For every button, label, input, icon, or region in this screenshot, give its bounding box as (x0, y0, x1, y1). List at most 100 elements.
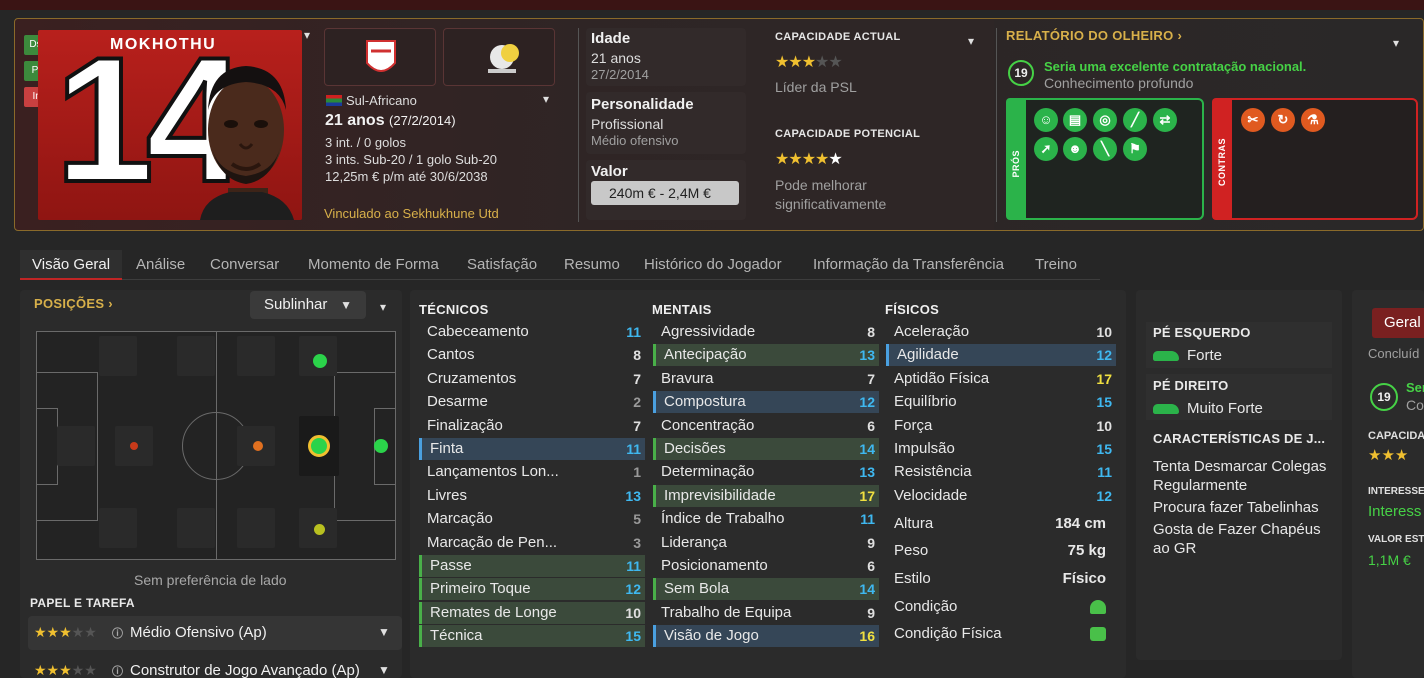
club-link[interactable]: Vinculado ao Sekhukhune Utd (324, 206, 499, 221)
position-mc-dot[interactable] (253, 441, 263, 451)
mental-attribute-row[interactable]: Sem Bola 14 (653, 578, 879, 601)
boot-icon[interactable]: ╱ (1123, 108, 1147, 132)
role-chevron-icon[interactable]: ▼ (378, 625, 390, 639)
mental-attribute-row[interactable]: Posicionamento 6 (653, 555, 879, 577)
attribute-value: 12 (1096, 347, 1112, 364)
flag-icon[interactable]: ⚑ (1123, 137, 1147, 161)
smile-icon[interactable]: ☻ (1063, 137, 1087, 161)
role-item-2[interactable]: ★★★★★ ⓘ Construtor de Jogo Avançado (Ap)… (28, 656, 402, 678)
trait-item[interactable]: Gosta de Fazer Chapéus ao GR (1153, 520, 1333, 558)
technical-attribute-row[interactable]: Técnica 15 (419, 625, 645, 648)
technical-attribute-row[interactable]: Desarme 2 (419, 391, 645, 413)
attribute-value: 12 (1096, 487, 1112, 504)
mental-attribute-row[interactable]: Decisões 14 (653, 438, 879, 460)
attribute-name: Bravura (661, 369, 714, 387)
physical-attribute-row[interactable]: Aptidão Física 17 (886, 368, 1116, 390)
flask-icon[interactable]: ⚗ (1301, 108, 1325, 132)
curve-icon[interactable]: ↻ (1271, 108, 1295, 132)
positions-menu-chevron-icon[interactable]: ▾ (380, 300, 386, 314)
competition-badge[interactable] (443, 28, 555, 86)
mental-attribute-row[interactable]: Trabalho de Equipa 9 (653, 602, 879, 624)
pass-icon[interactable]: ➚ (1034, 137, 1058, 161)
technical-attribute-row[interactable]: Remates de Longe 10 (419, 601, 645, 624)
mental-attribute-row[interactable]: Imprevisibilidade 17 (653, 484, 879, 507)
scout-report-link[interactable]: RELATÓRIO DO OLHEIRO › (1006, 28, 1182, 43)
photo-menu-chevron-icon[interactable]: ▾ (304, 28, 310, 42)
tab-momento-de-forma[interactable]: Momento de Forma (296, 250, 451, 280)
position-aml-dot[interactable] (313, 354, 327, 368)
nationality[interactable]: Sul-Africano (326, 93, 417, 108)
technical-attribute-row[interactable]: Cruzamentos 7 (419, 368, 645, 390)
technical-attribute-row[interactable]: Finta 11 (419, 438, 645, 460)
technical-attribute-row[interactable]: Cabeceamento 11 (419, 321, 645, 343)
mental-attribute-row[interactable]: Índice de Trabalho 11 (653, 508, 879, 530)
technical-attribute-row[interactable]: Marcação de Pen... 3 (419, 532, 645, 554)
target-icon[interactable]: ◎ (1093, 108, 1117, 132)
mental-attribute-row[interactable]: Concentração 6 (653, 415, 879, 437)
mental-attribute-row[interactable]: Visão de Jogo 16 (653, 625, 879, 648)
bandage-icon[interactable]: ╲ (1093, 137, 1117, 161)
age-dob: 27/2/2014 (591, 67, 649, 82)
heart-condition-icon[interactable] (1090, 600, 1106, 614)
physical-attribute-row[interactable]: Aceleração 10 (886, 321, 1116, 343)
position-amr-dot[interactable] (314, 524, 325, 535)
attribute-value: 11 (626, 558, 641, 574)
trait-item[interactable]: Procura fazer Tabelinhas (1153, 498, 1333, 517)
value-range[interactable]: 240m € - 2,4M € (591, 181, 739, 205)
tab-transferencia[interactable]: Informação da Transferência (801, 250, 1016, 280)
trait-item[interactable]: Tenta Desmarcar Colegas Regularmente (1153, 457, 1333, 495)
technical-attribute-row[interactable]: Passe 11 (419, 555, 645, 577)
physical-attribute-row[interactable]: Velocidade 12 (886, 485, 1116, 507)
info-icon[interactable]: ⓘ (112, 663, 123, 678)
tab-analise[interactable]: Análise (124, 250, 197, 280)
tab-resumo[interactable]: Resumo (552, 250, 632, 280)
physical-attribute-row[interactable]: Equilíbrio 15 (886, 391, 1116, 413)
tab-satisfacao[interactable]: Satisfação (455, 250, 549, 280)
physical-attribute-row[interactable]: Impulsão 15 (886, 438, 1116, 460)
contract-info: 12,25m € p/m até 30/6/2038 (325, 169, 488, 184)
physical-attribute-row[interactable]: Força 10 (886, 415, 1116, 437)
mental-attribute-row[interactable]: Agressividade 8 (653, 321, 879, 343)
position-amc-dot[interactable] (308, 435, 330, 457)
club-badge[interactable] (324, 28, 436, 86)
physical-attribute-row[interactable]: Resistência 11 (886, 461, 1116, 483)
tab-visao-geral[interactable]: Visão Geral (20, 250, 123, 280)
scout-chevron-icon[interactable]: ▾ (1393, 36, 1399, 50)
clipboard-icon[interactable]: ▤ (1063, 108, 1087, 132)
ability-chevron-icon[interactable]: ▾ (968, 34, 974, 48)
tab-historico[interactable]: Histórico do Jogador (632, 250, 794, 280)
scissors-icon[interactable]: ✂ (1241, 108, 1265, 132)
info-icon[interactable]: ⓘ (112, 625, 123, 641)
general-button[interactable]: Geral (1372, 308, 1424, 338)
attribute-value: 1 (633, 464, 641, 481)
physical-extra-row: Condição Física (886, 623, 1116, 645)
attribute-value: 17 (1096, 370, 1112, 387)
technical-attribute-row[interactable]: Cantos 8 (419, 344, 645, 366)
tab-treino[interactable]: Treino (1023, 250, 1089, 280)
positions-link[interactable]: POSIÇÕES › (34, 296, 113, 311)
arrows-icon[interactable]: ⇄ (1153, 108, 1177, 132)
technical-attribute-row[interactable]: Finalização 7 (419, 415, 645, 437)
technical-attribute-row[interactable]: Marcação 5 (419, 508, 645, 530)
position-st-dot[interactable] (374, 439, 388, 453)
role-chevron-icon[interactable]: ▼ (378, 663, 390, 677)
role-item-1[interactable]: ★★★★★ ⓘ Médio Ofensivo (Ap) ▼ (28, 616, 402, 650)
physical-attribute-row[interactable]: Agilidade 12 (886, 344, 1116, 367)
highlight-dropdown[interactable]: Sublinhar ▼ (250, 291, 366, 319)
head-icon[interactable]: ☺ (1034, 108, 1058, 132)
position-dm-dot[interactable] (130, 442, 138, 450)
nationality-chevron-icon[interactable]: ▾ (543, 92, 549, 106)
mental-attribute-row[interactable]: Liderança 9 (653, 532, 879, 554)
fitness-icon[interactable] (1090, 627, 1106, 641)
attribute-value: 6 (867, 558, 875, 574)
technical-attribute-row[interactable]: Livres 13 (419, 485, 645, 507)
technical-attribute-row[interactable]: Lançamentos Lon... 1 (419, 461, 645, 483)
mental-attribute-row[interactable]: Compostura 12 (653, 391, 879, 414)
mental-attribute-row[interactable]: Antecipação 13 (653, 344, 879, 367)
mental-attribute-row[interactable]: Bravura 7 (653, 368, 879, 390)
tab-conversar[interactable]: Conversar (198, 250, 291, 280)
mental-attribute-row[interactable]: Determinação 13 (653, 461, 879, 483)
technical-attribute-row[interactable]: Primeiro Toque 12 (419, 578, 645, 601)
player-age: 21 anos (27/2/2014) (325, 112, 456, 129)
mini-scout-rating: 19 (1370, 383, 1398, 411)
